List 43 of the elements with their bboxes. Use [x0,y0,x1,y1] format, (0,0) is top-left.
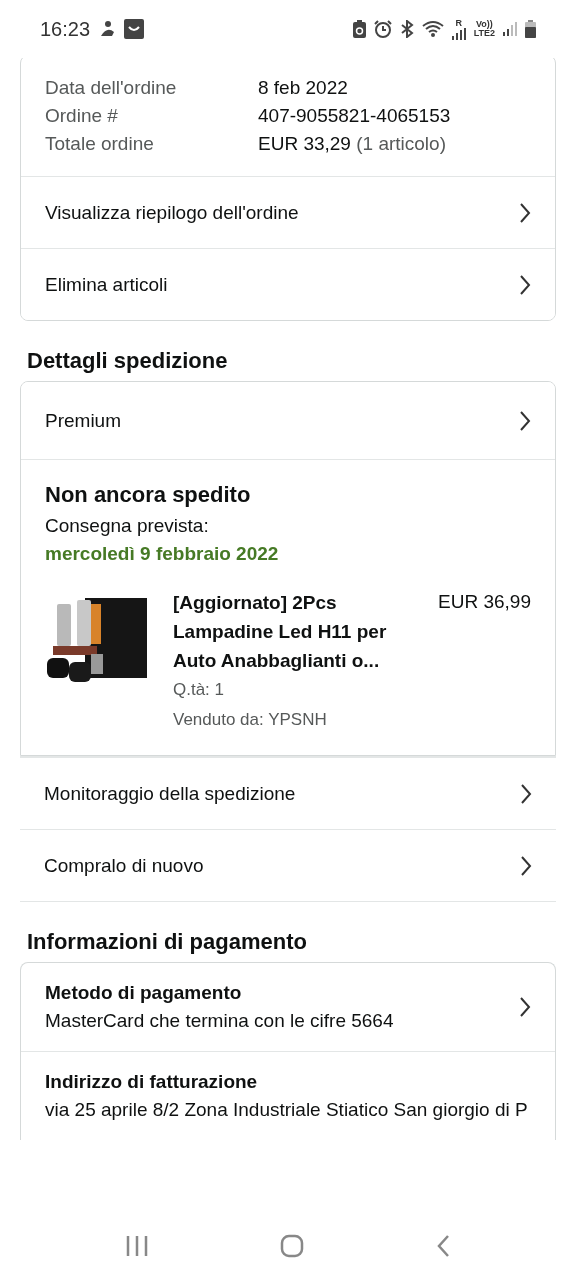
menu-row[interactable]: Monitoraggio della spedizione [20,756,556,830]
field-value: EUR 33,29 (1 articolo) [258,132,447,156]
chevron-right-icon [519,273,531,296]
shopping-bag-icon [124,19,145,39]
alarm-icon [373,20,392,38]
bluetooth-icon [399,20,414,38]
payment-method-row[interactable]: Metodo di pagamento MasterCard che termina con le cifre 5664 [21,963,555,1051]
shipment-status: Non ancora spedito [45,481,252,509]
back-icon[interactable] [436,1234,450,1258]
product-price: EUR 36,99 [438,590,531,614]
chevron-right-icon [520,782,532,805]
home-icon[interactable] [280,1234,304,1258]
field-label: Totale ordine [45,132,155,156]
wifi-icon [421,20,444,38]
chevron-right-icon [519,409,531,432]
chevron-right-icon [519,201,531,224]
volte-label: Vo)) [475,20,493,29]
menu-row[interactable]: Compralo di nuovo [20,830,556,902]
signal-icon [503,22,517,36]
menu-row[interactable]: Elimina articoli [21,248,555,320]
section-heading: Informazioni di pagamento [27,928,308,956]
battery-icon [525,20,536,38]
delivery-date: mercoledì 9 febbraio 2022 [45,542,280,566]
section-title: Indirizzo di fatturazione [45,1070,259,1094]
network-label: LTE2 [473,29,495,38]
chevron-right-icon [519,996,531,1018]
address-text: via 25 aprile 8/2 Zona Industriale Stiatico San giorgio di P [45,1099,528,1120]
battery-saver-icon [352,20,366,38]
field-value: 407-9055821-4065153 [258,104,452,128]
figure-icon [98,20,117,38]
seller-text: Venduto da: YPSNH [173,709,328,731]
section-heading: Dettagli spedizione [27,347,229,375]
field-label: Data dell'ordine [45,76,178,100]
clock-time: 16:23 [40,17,91,41]
chevron-right-icon [520,854,532,877]
delivery-label: Consegna prevista: [45,514,210,538]
roaming-label: R [455,18,462,28]
recent-apps-icon[interactable] [126,1235,148,1257]
field-label: Ordine # [45,104,119,128]
signal-icon [451,27,466,40]
product-title[interactable]: [Aggiornato] 2Pcs Lampadine Led H11 per Auto Anabbaglianti o... [173,588,413,675]
field-value: 8 feb 2022 [258,76,349,100]
quantity-text: Q.tà: 1 [173,679,226,701]
